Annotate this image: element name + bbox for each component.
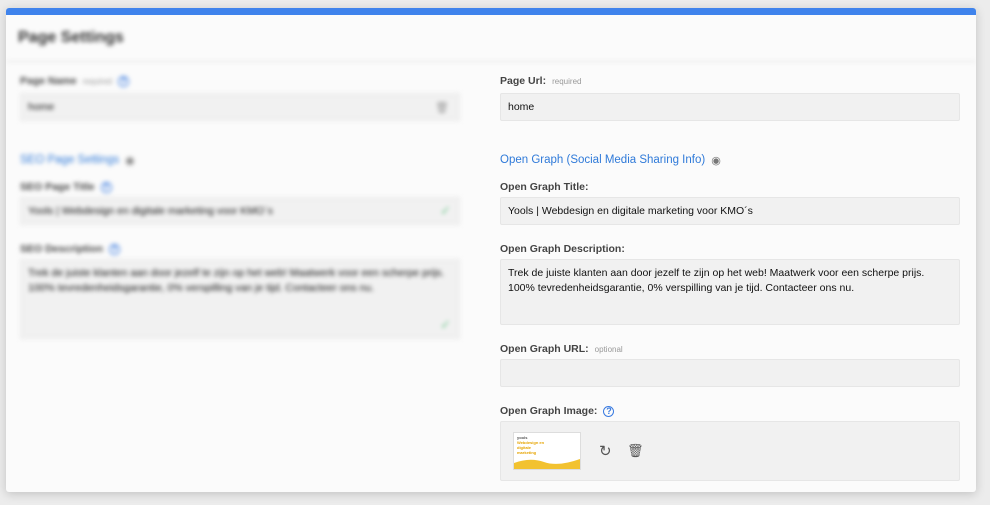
og-title-input[interactable]: Yools | Webdesign en digitale marketing … (500, 197, 960, 225)
question-circle-icon[interactable]: ? (603, 405, 615, 417)
trash-icon[interactable]: 🗑 (435, 101, 449, 114)
og-title-label: Open Graph Title: (500, 181, 589, 193)
page-name-input[interactable]: home 🗑 (20, 93, 460, 121)
question-circle-icon[interactable]: ? (117, 75, 129, 87)
seo-section-header: SEO Page Settings ◉ (20, 154, 135, 167)
question-circle-icon[interactable]: ? (108, 243, 120, 255)
thumbnail-wave (514, 459, 580, 469)
header: Page Settings (6, 15, 976, 62)
eye-icon[interactable]: ◉ (711, 154, 721, 167)
page-url-hint: required (552, 76, 582, 86)
og-url-input[interactable] (500, 359, 960, 387)
og-url-hint: optional (594, 344, 623, 354)
refresh-icon[interactable]: ↻ (599, 442, 612, 460)
seo-description-input[interactable]: Trek de juiste klanten aan door jezelf t… (20, 259, 460, 339)
page-name-label: Page Name required ? (20, 73, 460, 89)
og-image-box: yools Webdesign en digitale marketing ↻ … (500, 421, 960, 481)
accent-bar (6, 8, 976, 15)
left-column: Page Name required ? home 🗑 SEO Page Set… (20, 63, 460, 339)
check-icon: ✓ (440, 203, 451, 218)
check-icon: ✓ (440, 317, 451, 332)
og-image-thumbnail[interactable]: yools Webdesign en digitale marketing (513, 432, 581, 470)
page-title: Page Settings (18, 29, 124, 46)
open-graph-section-header: Open Graph (Social Media Sharing Info) ◉ (500, 154, 721, 167)
eye-icon[interactable]: ◉ (125, 154, 135, 167)
page-name-hint: required (82, 76, 112, 86)
page-settings-card: Page Settings Page Name required ? home … (6, 8, 976, 492)
og-description-label: Open Graph Description: (500, 243, 625, 255)
seo-description-label: SEO Description ? (20, 241, 460, 257)
question-circle-icon[interactable]: ? (100, 181, 112, 193)
right-column: Page Url: required home Open Graph (Soci… (500, 63, 960, 481)
trash-icon[interactable]: 🗑 (627, 443, 644, 459)
page-url-label: Page Url: required (500, 75, 582, 87)
page-url-input[interactable]: home (500, 93, 960, 121)
og-image-label: Open Graph Image: ? (500, 403, 960, 419)
og-url-label: Open Graph URL: optional (500, 343, 623, 355)
seo-title-input[interactable]: Yools | Webdesign en digitale marketing … (20, 197, 460, 225)
og-description-input[interactable]: Trek de juiste klanten aan door jezelf t… (500, 259, 960, 325)
seo-title-label: SEO Page Title ? (20, 179, 460, 195)
